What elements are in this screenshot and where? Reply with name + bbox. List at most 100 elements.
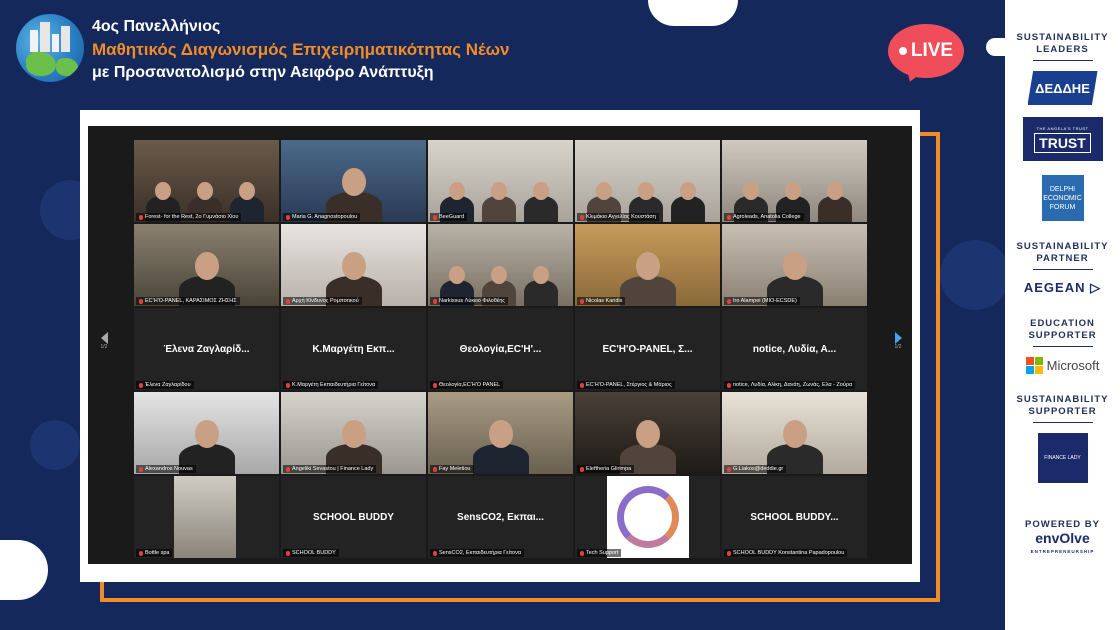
participant-tile[interactable]: notice, Λυδία, Α... notice, Λυδία, Αλίκη,…	[722, 308, 867, 390]
avatar	[607, 476, 689, 558]
participant-tile[interactable]: BeeGuard	[428, 140, 573, 222]
participant-tile[interactable]: Maria G. Anagnostopoulou	[281, 140, 426, 222]
participant-tile[interactable]: Tech Support	[575, 476, 720, 558]
video-feed	[722, 224, 867, 306]
participant-tile[interactable]: Agroleads, Anatolia College	[722, 140, 867, 222]
title-line-1: 4ος Πανελλήνιος	[92, 18, 221, 35]
participant-name: SCHOOL BUDDY	[292, 550, 336, 556]
muted-mic-icon	[727, 214, 731, 220]
participant-name: SensCO2, Εκπαιδευτήρια Γείτονα	[439, 550, 522, 556]
participant-tile[interactable]: Κλιμάκιο Αγγελίας Κουστάση	[575, 140, 720, 222]
participant-name: Nicolas Karidis	[586, 298, 623, 304]
envolve-logo-text: envOlve	[1035, 530, 1090, 546]
muted-mic-icon	[139, 214, 143, 220]
sustainability-partner-label: SUSTAINABILITY PARTNER	[1016, 241, 1109, 264]
divider	[1032, 269, 1093, 270]
participant-tile[interactable]: SensCO2, Εκπαι... SensCO2, Εκπαιδευτήρια …	[428, 476, 573, 558]
muted-mic-icon	[139, 382, 143, 388]
participant-name: Κ.Μαργέτη Εκπαιδευτήρια Γείτονα	[292, 382, 376, 388]
screen-share: 1/2 1/2 Forest- for the Rest, 2ο Γυμνάσι…	[80, 110, 920, 582]
participant-display-name: SCHOOL BUDDY...	[750, 511, 839, 523]
next-page-button[interactable]: 1/2	[888, 332, 908, 362]
muted-mic-icon	[139, 466, 143, 472]
live-label: LIVE	[910, 40, 954, 61]
event-title: 4ος Πανελλήνιος Μαθητικός Διαγωνισμός Επ…	[92, 16, 510, 84]
zoom-gallery-view: 1/2 1/2 Forest- for the Rest, 2ο Γυμνάσι…	[88, 126, 912, 564]
participant-tile[interactable]: Eleftheria Glirimpa	[575, 392, 720, 474]
participant-name: Alexandros Nouvas	[145, 466, 193, 472]
video-feed	[281, 392, 426, 474]
participant-display-name: SensCO2, Εκπαι...	[457, 511, 544, 523]
participant-grid: Forest- for the Rest, 2ο Γυμνάσιο Χίου Ma…	[134, 140, 868, 558]
participant-name-tag: Fay Meletiou	[430, 465, 474, 473]
video-feed	[134, 224, 279, 306]
participant-tile[interactable]: Nicolas Karidis	[575, 224, 720, 306]
participant-name-tag: Eleftheria Glirimpa	[577, 465, 635, 473]
participant-tile[interactable]: EC'H'O-PANEL, Σ... EC'H'O-PANEL, Στέργιος…	[575, 308, 720, 390]
participant-name: Iro Alampei (MIO-ECSDE)	[733, 298, 797, 304]
divider	[1032, 422, 1093, 423]
participant-tile[interactable]: Narkissus Λύκειο Φιλοθέης	[428, 224, 573, 306]
participant-name: Angeliki Sevastou | Finance Lady	[292, 466, 374, 472]
participant-name: SCHOOL BUDDY Konstantina Papadopoulou	[733, 550, 845, 556]
video-feed	[575, 392, 720, 474]
participant-display-name: EC'H'O-PANEL, Σ...	[602, 343, 693, 355]
globe-logo	[16, 14, 84, 82]
participant-tile[interactable]: Θεολογία,EC'H'... Θεολογία,EC'H'O PANEL	[428, 308, 573, 390]
participant-name: Eleftheria Glirimpa	[586, 466, 632, 472]
muted-mic-icon	[727, 298, 731, 304]
muted-mic-icon	[286, 466, 290, 472]
participant-name-tag: Κ.Μαργέτη Εκπαιδευτήρια Γείτονα	[283, 381, 379, 389]
participant-name: notice, Λυδία, Αλίκη, Δανάη, Ζωνάς, Ελα …	[733, 382, 853, 388]
muted-mic-icon	[139, 298, 143, 304]
participant-name-tag: Έλενα Ζαγλαρίδου	[136, 381, 194, 389]
muted-mic-icon	[580, 298, 584, 304]
participant-tile[interactable]: Iro Alampei (MIO-ECSDE)	[722, 224, 867, 306]
participant-tile[interactable]: SCHOOL BUDDY... SCHOOL BUDDY Konstantina …	[722, 476, 867, 558]
participant-tile[interactable]: Forest- for the Rest, 2ο Γυμνάσιο Χίου	[134, 140, 279, 222]
muted-mic-icon	[286, 382, 290, 388]
previous-page-button[interactable]: 1/2	[94, 332, 114, 362]
muted-mic-icon	[580, 382, 584, 388]
video-feed	[281, 140, 426, 222]
participant-display-name: notice, Λυδία, Α...	[752, 343, 837, 355]
muted-mic-icon	[433, 550, 437, 556]
cloud-decoration	[648, 0, 738, 26]
participant-display-name: Θεολογία,EC'H'...	[459, 343, 542, 355]
participant-tile[interactable]: G.Liakos@deddie.gr	[722, 392, 867, 474]
education-supporter-label: EDUCATION SUPPORTER	[1028, 318, 1097, 341]
participant-tile[interactable]: Έλενα Ζαγλαρίδ... Έλενα Ζαγλαρίδου	[134, 308, 279, 390]
participant-tile[interactable]: Alexandros Nouvas	[134, 392, 279, 474]
muted-mic-icon	[433, 298, 437, 304]
page-indicator-left: 1/2	[100, 344, 108, 350]
background-circle	[30, 420, 80, 470]
participant-name: G.Liakos@deddie.gr	[733, 466, 784, 472]
participant-tile[interactable]: Angeliki Sevastou | Finance Lady	[281, 392, 426, 474]
muted-mic-icon	[580, 466, 584, 472]
participant-name-tag: Αρχή Κίνδυνος Ρομποτικού	[283, 297, 362, 305]
muted-mic-icon	[727, 382, 731, 388]
muted-mic-icon	[286, 550, 290, 556]
participant-name-tag: EC'H'O-PANEL, Στέργιος & Μάριος	[577, 381, 675, 389]
muted-mic-icon	[580, 550, 584, 556]
participant-tile[interactable]: Κ.Μαργέτη Εκπ... Κ.Μαργέτη Εκπαιδευτήρια …	[281, 308, 426, 390]
delphi-forum-logo: DELPHI ECONOMIC FORUM	[1041, 175, 1084, 221]
muted-mic-icon	[433, 382, 437, 388]
participant-name-tag: SensCO2, Εκπαιδευτήρια Γείτονα	[430, 549, 525, 557]
participant-tile[interactable]: SCHOOL BUDDY SCHOOL BUDDY	[281, 476, 426, 558]
participant-tile[interactable]: Fay Meletiou	[428, 392, 573, 474]
sustainability-leaders-label: SUSTAINABILITY LEADERS	[1016, 32, 1109, 55]
video-feed	[575, 224, 720, 306]
participant-tile[interactable]: ΕC'H'O-PANEL, ΚΑΡΑΣΙΜΟΣ ΖΗΣΗΣ	[134, 224, 279, 306]
microsoft-icon	[1025, 357, 1043, 374]
participant-name-tag: Narkissus Λύκειο Φιλοθέης	[430, 297, 508, 305]
participant-tile[interactable]: Αρχή Κίνδυνος Ρομποτικού	[281, 224, 426, 306]
muted-mic-icon	[286, 214, 290, 220]
muted-mic-icon	[139, 550, 143, 556]
participant-tile[interactable]: Bottle spa	[134, 476, 279, 558]
muted-mic-icon	[727, 466, 731, 472]
participant-name-tag: Maria G. Anagnostopoulou	[283, 213, 361, 221]
aegean-logo: AEGEAN ▷	[1023, 280, 1102, 295]
participant-name-tag: Forest- for the Rest, 2ο Γυμνάσιο Χίου	[136, 213, 242, 221]
trust-logo-text: TRUST	[1034, 132, 1091, 153]
